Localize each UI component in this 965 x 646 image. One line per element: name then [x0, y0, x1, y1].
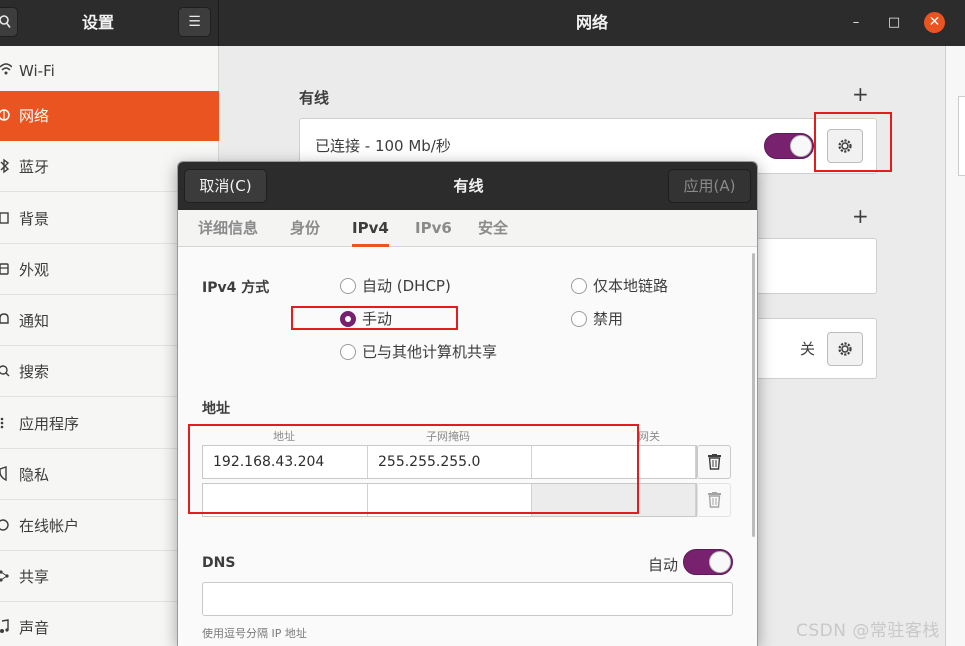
wired-section-title: 有线: [299, 89, 330, 107]
radio-indicator: [571, 311, 587, 327]
annotation-highlight: [188, 424, 639, 514]
sidebar-item-label: 背景: [19, 210, 50, 228]
sidebar-item-wifi[interactable]: Wi-Fi: [0, 46, 219, 96]
apply-button[interactable]: 应用(A): [668, 169, 751, 203]
add-wired-button[interactable]: +: [852, 82, 869, 106]
sidebar-item-label: 在线帐户: [19, 517, 80, 535]
sidebar-item-label: 网络: [19, 107, 50, 125]
dialog-tabs: 详细信息 身份 IPv4 IPv6 安全: [178, 210, 757, 247]
dns-auto-toggle[interactable]: [683, 549, 733, 575]
privacy-icon: [0, 466, 12, 484]
wired-toggle[interactable]: [764, 133, 814, 159]
watermark: CSDN @常驻客栈: [796, 621, 940, 641]
search-icon: [0, 363, 12, 381]
wifi-icon: [0, 62, 13, 80]
dns-auto-label: 自动: [648, 556, 679, 574]
notification-icon: [0, 312, 12, 330]
radio-link-local-label: 仅本地链路: [593, 277, 669, 295]
radio-indicator: [340, 278, 356, 294]
minimize-button[interactable]: –: [846, 13, 866, 33]
toggle-knob: [790, 135, 812, 157]
minimize-icon: –: [852, 15, 860, 30]
annotation-highlight: [291, 306, 458, 330]
tab-details[interactable]: 详细信息: [198, 210, 258, 247]
maximize-icon: □: [887, 15, 901, 30]
radio-indicator: [340, 344, 356, 360]
tab-identity[interactable]: 身份: [290, 210, 320, 247]
sidebar-item-label: 声音: [19, 619, 50, 637]
address-section-label: 地址: [202, 401, 230, 417]
annotation-highlight: [814, 112, 892, 172]
sidebar-item-label: 共享: [19, 568, 50, 586]
trash-icon: [708, 492, 721, 508]
share-icon: [0, 568, 12, 586]
sidebar-item-label: 外观: [19, 261, 50, 279]
dns-input[interactable]: [202, 582, 733, 616]
proxy-settings-button[interactable]: [827, 332, 863, 366]
ipv4-page: IPv4 方式 自动 (DHCP) 仅本地链路 手动 禁用 已与其他计算机共享 …: [178, 247, 757, 646]
background-icon: [0, 210, 12, 228]
sidebar-item-label: Wi-Fi: [19, 62, 55, 80]
sidebar-item-label: 通知: [19, 312, 50, 330]
tab-security[interactable]: 安全: [478, 210, 508, 247]
sound-icon: [0, 619, 12, 637]
online-accounts-icon: [0, 517, 12, 535]
scrollbar[interactable]: [752, 253, 755, 537]
gear-icon: [838, 342, 852, 356]
header-bar: 设置 ☰ 网络 – □ ✕: [0, 0, 965, 46]
background-window-fragment: [958, 96, 965, 176]
maximize-button[interactable]: □: [884, 13, 904, 33]
background-window-edge: [945, 46, 965, 646]
hamburger-icon: ☰: [188, 14, 201, 30]
add-vpn-button[interactable]: +: [852, 204, 869, 228]
tab-ipv6[interactable]: IPv6: [415, 210, 452, 247]
radio-indicator: [571, 278, 587, 294]
sidebar-item-label: 隐私: [19, 466, 50, 484]
sidebar-item-network[interactable]: 网络: [0, 91, 219, 141]
tab-ipv4[interactable]: IPv4: [352, 210, 389, 247]
network-icon: [0, 107, 12, 125]
appearance-icon: [0, 261, 12, 279]
radio-dhcp-label: 自动 (DHCP): [362, 277, 451, 295]
radio-disabled-label: 禁用: [593, 310, 624, 328]
toggle-knob: [709, 551, 731, 573]
wired-settings-dialog: 取消(C) 有线 应用(A) 详细信息 身份 IPv4 IPv6 安全 IPv4…: [177, 161, 758, 646]
trash-icon: [708, 454, 721, 470]
radio-shared-label: 已与其他计算机共享: [362, 343, 498, 361]
proxy-status: 关: [800, 340, 816, 358]
close-icon: ✕: [928, 14, 941, 30]
delete-address-button[interactable]: [697, 445, 731, 479]
dialog-header: 取消(C) 有线 应用(A): [178, 162, 757, 210]
settings-title: 设置: [81, 13, 114, 32]
bluetooth-icon: [0, 158, 12, 176]
settings-header: 设置 ☰: [0, 0, 219, 46]
sidebar-item-label: 搜索: [19, 363, 50, 381]
dns-hint: 使用逗号分隔 IP 地址: [202, 627, 307, 640]
menu-button[interactable]: ☰: [178, 7, 211, 37]
close-button[interactable]: ✕: [924, 12, 945, 33]
ipv4-method-label: IPv4 方式: [202, 280, 270, 296]
sidebar-item-label: 蓝牙: [19, 158, 50, 176]
delete-address-button[interactable]: [697, 483, 731, 517]
applications-icon: [0, 415, 12, 433]
sidebar-item-label: 应用程序: [19, 415, 80, 433]
dns-section-label: DNS: [202, 555, 236, 571]
